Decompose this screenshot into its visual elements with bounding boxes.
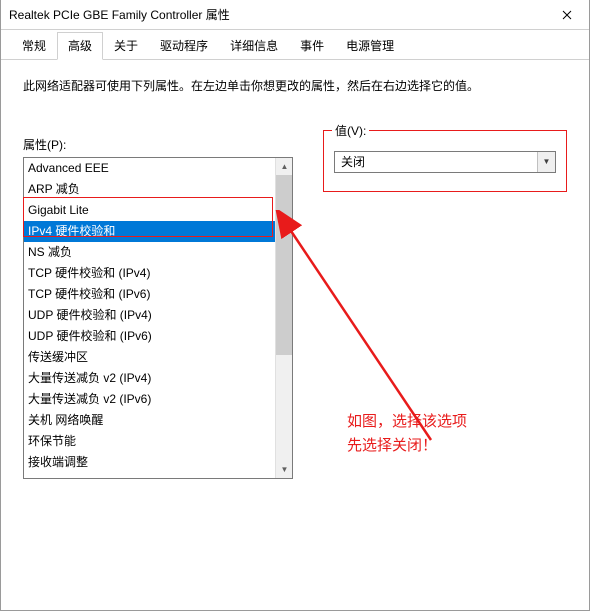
list-item[interactable]: 传送缓冲区 [24, 347, 277, 368]
list-item[interactable]: 大量传送减负 v2 (IPv4) [24, 368, 277, 389]
window-title: Realtek PCIe GBE Family Controller 属性 [9, 6, 544, 23]
description-text: 此网络适配器可使用下列属性。在左边单击你想更改的属性，然后在右边选择它的值。 [23, 76, 567, 98]
list-item[interactable]: Gigabit Lite [24, 200, 277, 221]
list-item[interactable]: 关机 网络唤醒 [24, 410, 277, 431]
list-item[interactable]: 接收端调整 [24, 452, 277, 473]
value-label: 值(V): [332, 122, 369, 139]
tab-0[interactable]: 常规 [11, 32, 57, 60]
dialog-window: Realtek PCIe GBE Family Controller 属性 常规… [0, 0, 590, 611]
tab-1[interactable]: 高级 [57, 32, 103, 60]
tab-6[interactable]: 电源管理 [335, 32, 405, 60]
list-item[interactable]: TCP 硬件校验和 (IPv4) [24, 263, 277, 284]
chevron-down-icon: ▼ [537, 152, 555, 172]
list-item[interactable]: NS 减负 [24, 242, 277, 263]
list-item[interactable]: TCP 硬件校验和 (IPv6) [24, 284, 277, 305]
tab-content: 此网络适配器可使用下列属性。在左边单击你想更改的属性，然后在右边选择它的值。 属… [1, 60, 589, 495]
close-button[interactable] [544, 0, 589, 29]
list-item[interactable]: UDP 硬件校验和 (IPv6) [24, 326, 277, 347]
scroll-thumb[interactable] [276, 175, 293, 355]
property-label: 属性(P): [23, 136, 293, 153]
tab-3[interactable]: 驱动程序 [149, 32, 219, 60]
tab-5[interactable]: 事件 [289, 32, 335, 60]
value-group: 值(V): 关闭 ▼ [323, 130, 567, 192]
scroll-up-button[interactable]: ▲ [276, 158, 293, 175]
list-item[interactable]: Advanced EEE [24, 158, 277, 179]
close-icon [562, 10, 572, 20]
value-select[interactable]: 关闭 ▼ [334, 151, 556, 173]
list-item[interactable]: UDP 硬件校验和 (IPv4) [24, 305, 277, 326]
tab-bar: 常规高级关于驱动程序详细信息事件电源管理 [1, 30, 589, 60]
tab-4[interactable]: 详细信息 [219, 32, 289, 60]
property-listbox[interactable]: Advanced EEEARP 减负Gigabit LiteIPv4 硬件校验和… [23, 157, 293, 479]
scrollbar[interactable]: ▲ ▼ [275, 158, 292, 478]
titlebar: Realtek PCIe GBE Family Controller 属性 [1, 0, 589, 30]
scroll-down-button[interactable]: ▼ [276, 461, 293, 478]
list-item[interactable]: ARP 减负 [24, 179, 277, 200]
tab-2[interactable]: 关于 [103, 32, 149, 60]
list-item[interactable]: 环保节能 [24, 431, 277, 452]
list-item[interactable]: 大量传送减负 v2 (IPv6) [24, 389, 277, 410]
value-select-text: 关闭 [335, 153, 537, 170]
list-item[interactable]: IPv4 硬件校验和 [24, 221, 277, 242]
